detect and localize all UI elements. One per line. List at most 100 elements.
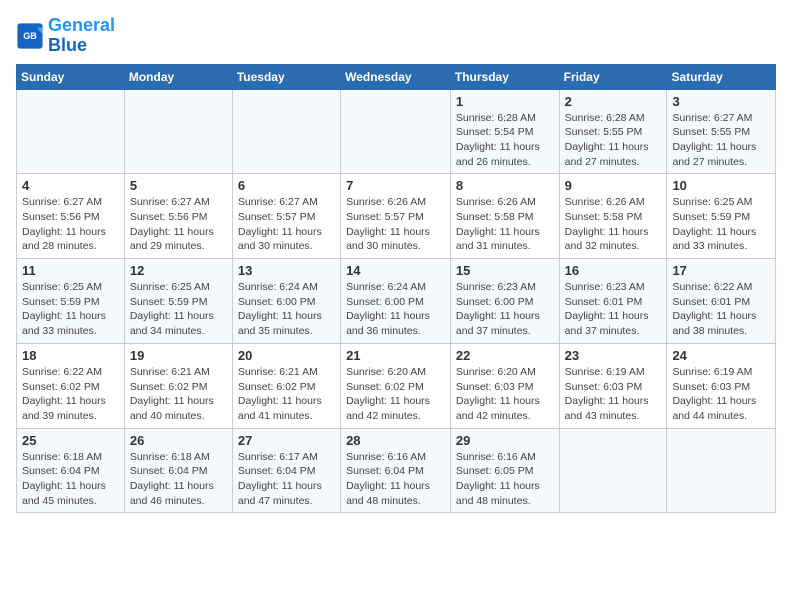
day-number: 5: [130, 178, 227, 193]
calendar-cell: [341, 89, 451, 174]
calendar-cell: 6 Sunrise: 6:27 AM Sunset: 5:57 PM Daylig…: [232, 174, 340, 259]
day-info: Sunrise: 6:26 AM Sunset: 5:58 PM Dayligh…: [565, 195, 662, 254]
calendar-cell: 20 Sunrise: 6:21 AM Sunset: 6:02 PM Dayli…: [232, 343, 340, 428]
day-number: 18: [22, 348, 119, 363]
day-info: Sunrise: 6:20 AM Sunset: 6:02 PM Dayligh…: [346, 365, 445, 424]
logo: GB GeneralBlue: [16, 16, 115, 56]
day-header-monday: Monday: [124, 64, 232, 89]
day-number: 8: [456, 178, 554, 193]
day-info: Sunrise: 6:25 AM Sunset: 5:59 PM Dayligh…: [130, 280, 227, 339]
day-info: Sunrise: 6:25 AM Sunset: 5:59 PM Dayligh…: [672, 195, 770, 254]
page-header: GB GeneralBlue: [16, 16, 776, 56]
days-header-row: SundayMondayTuesdayWednesdayThursdayFrid…: [17, 64, 776, 89]
calendar-week-row: 1 Sunrise: 6:28 AM Sunset: 5:54 PM Daylig…: [17, 89, 776, 174]
day-number: 22: [456, 348, 554, 363]
day-info: Sunrise: 6:26 AM Sunset: 5:58 PM Dayligh…: [456, 195, 554, 254]
calendar-cell: 25 Sunrise: 6:18 AM Sunset: 6:04 PM Dayli…: [17, 428, 125, 513]
day-number: 14: [346, 263, 445, 278]
calendar-cell: 24 Sunrise: 6:19 AM Sunset: 6:03 PM Dayli…: [667, 343, 776, 428]
day-info: Sunrise: 6:21 AM Sunset: 6:02 PM Dayligh…: [130, 365, 227, 424]
day-number: 10: [672, 178, 770, 193]
calendar-cell: 12 Sunrise: 6:25 AM Sunset: 5:59 PM Dayli…: [124, 259, 232, 344]
calendar-cell: 29Sunrise: 6:16 AM Sunset: 6:05 PM Dayli…: [450, 428, 559, 513]
day-number: 29: [456, 433, 554, 448]
calendar-cell: 14 Sunrise: 6:24 AM Sunset: 6:00 PM Dayli…: [341, 259, 451, 344]
calendar-cell: 9 Sunrise: 6:26 AM Sunset: 5:58 PM Daylig…: [559, 174, 667, 259]
day-info: Sunrise: 6:19 AM Sunset: 6:03 PM Dayligh…: [672, 365, 770, 424]
day-number: 27: [238, 433, 335, 448]
day-number: 17: [672, 263, 770, 278]
calendar-cell: 15 Sunrise: 6:23 AM Sunset: 6:00 PM Dayli…: [450, 259, 559, 344]
calendar-cell: 7 Sunrise: 6:26 AM Sunset: 5:57 PM Daylig…: [341, 174, 451, 259]
day-header-saturday: Saturday: [667, 64, 776, 89]
day-info: Sunrise: 6:22 AM Sunset: 6:02 PM Dayligh…: [22, 365, 119, 424]
calendar-cell: 22 Sunrise: 6:20 AM Sunset: 6:03 PM Dayli…: [450, 343, 559, 428]
day-info: Sunrise: 6:19 AM Sunset: 6:03 PM Dayligh…: [565, 365, 662, 424]
day-info: Sunrise: 6:24 AM Sunset: 6:00 PM Dayligh…: [346, 280, 445, 339]
day-info: Sunrise: 6:18 AM Sunset: 6:04 PM Dayligh…: [130, 450, 227, 509]
calendar-cell: 17 Sunrise: 6:22 AM Sunset: 6:01 PM Dayli…: [667, 259, 776, 344]
day-info: Sunrise: 6:21 AM Sunset: 6:02 PM Dayligh…: [238, 365, 335, 424]
calendar-cell: 8 Sunrise: 6:26 AM Sunset: 5:58 PM Daylig…: [450, 174, 559, 259]
day-number: 15: [456, 263, 554, 278]
day-number: 25: [22, 433, 119, 448]
calendar-cell: [232, 89, 340, 174]
day-number: 16: [565, 263, 662, 278]
day-number: 28: [346, 433, 445, 448]
calendar-cell: [667, 428, 776, 513]
day-info: Sunrise: 6:17 AM Sunset: 6:04 PM Dayligh…: [238, 450, 335, 509]
day-info: Sunrise: 6:25 AM Sunset: 5:59 PM Dayligh…: [22, 280, 119, 339]
day-info: Sunrise: 6:24 AM Sunset: 6:00 PM Dayligh…: [238, 280, 335, 339]
calendar-cell: 21 Sunrise: 6:20 AM Sunset: 6:02 PM Dayli…: [341, 343, 451, 428]
calendar-cell: 26Sunrise: 6:18 AM Sunset: 6:04 PM Dayli…: [124, 428, 232, 513]
calendar-cell: 13Sunrise: 6:24 AM Sunset: 6:00 PM Dayli…: [232, 259, 340, 344]
day-number: 9: [565, 178, 662, 193]
day-info: Sunrise: 6:23 AM Sunset: 6:00 PM Dayligh…: [456, 280, 554, 339]
day-number: 1: [456, 94, 554, 109]
day-number: 19: [130, 348, 227, 363]
day-number: 2: [565, 94, 662, 109]
calendar-week-row: 4 Sunrise: 6:27 AM Sunset: 5:56 PM Daylig…: [17, 174, 776, 259]
day-info: Sunrise: 6:27 AM Sunset: 5:56 PM Dayligh…: [130, 195, 227, 254]
day-number: 4: [22, 178, 119, 193]
calendar-cell: 27 Sunrise: 6:17 AM Sunset: 6:04 PM Dayli…: [232, 428, 340, 513]
calendar-cell: 3 Sunrise: 6:27 AM Sunset: 5:55 PM Daylig…: [667, 89, 776, 174]
day-info: Sunrise: 6:22 AM Sunset: 6:01 PM Dayligh…: [672, 280, 770, 339]
day-info: Sunrise: 6:28 AM Sunset: 5:54 PM Dayligh…: [456, 111, 554, 170]
calendar-cell: [559, 428, 667, 513]
calendar-cell: 23 Sunrise: 6:19 AM Sunset: 6:03 PM Dayli…: [559, 343, 667, 428]
calendar-cell: 11 Sunrise: 6:25 AM Sunset: 5:59 PM Dayli…: [17, 259, 125, 344]
calendar-cell: 2 Sunrise: 6:28 AM Sunset: 5:55 PM Daylig…: [559, 89, 667, 174]
day-header-wednesday: Wednesday: [341, 64, 451, 89]
day-number: 7: [346, 178, 445, 193]
calendar-cell: 10 Sunrise: 6:25 AM Sunset: 5:59 PM Dayli…: [667, 174, 776, 259]
day-number: 12: [130, 263, 227, 278]
calendar-week-row: 11 Sunrise: 6:25 AM Sunset: 5:59 PM Dayli…: [17, 259, 776, 344]
day-number: 3: [672, 94, 770, 109]
day-info: Sunrise: 6:27 AM Sunset: 5:55 PM Dayligh…: [672, 111, 770, 170]
day-info: Sunrise: 6:28 AM Sunset: 5:55 PM Dayligh…: [565, 111, 662, 170]
calendar-cell: [124, 89, 232, 174]
calendar-cell: 5 Sunrise: 6:27 AM Sunset: 5:56 PM Daylig…: [124, 174, 232, 259]
day-info: Sunrise: 6:27 AM Sunset: 5:57 PM Dayligh…: [238, 195, 335, 254]
svg-text:GB: GB: [23, 31, 37, 41]
day-number: 24: [672, 348, 770, 363]
calendar-table: SundayMondayTuesdayWednesdayThursdayFrid…: [16, 64, 776, 514]
day-number: 11: [22, 263, 119, 278]
day-info: Sunrise: 6:20 AM Sunset: 6:03 PM Dayligh…: [456, 365, 554, 424]
day-number: 23: [565, 348, 662, 363]
logo-icon: GB: [16, 22, 44, 50]
day-info: Sunrise: 6:18 AM Sunset: 6:04 PM Dayligh…: [22, 450, 119, 509]
day-number: 21: [346, 348, 445, 363]
day-info: Sunrise: 6:27 AM Sunset: 5:56 PM Dayligh…: [22, 195, 119, 254]
day-header-tuesday: Tuesday: [232, 64, 340, 89]
day-number: 20: [238, 348, 335, 363]
calendar-cell: [17, 89, 125, 174]
day-header-thursday: Thursday: [450, 64, 559, 89]
calendar-week-row: 18 Sunrise: 6:22 AM Sunset: 6:02 PM Dayli…: [17, 343, 776, 428]
calendar-cell: 16Sunrise: 6:23 AM Sunset: 6:01 PM Dayli…: [559, 259, 667, 344]
day-info: Sunrise: 6:26 AM Sunset: 5:57 PM Dayligh…: [346, 195, 445, 254]
logo-text: GeneralBlue: [48, 16, 115, 56]
calendar-cell: 18 Sunrise: 6:22 AM Sunset: 6:02 PM Dayli…: [17, 343, 125, 428]
day-number: 6: [238, 178, 335, 193]
